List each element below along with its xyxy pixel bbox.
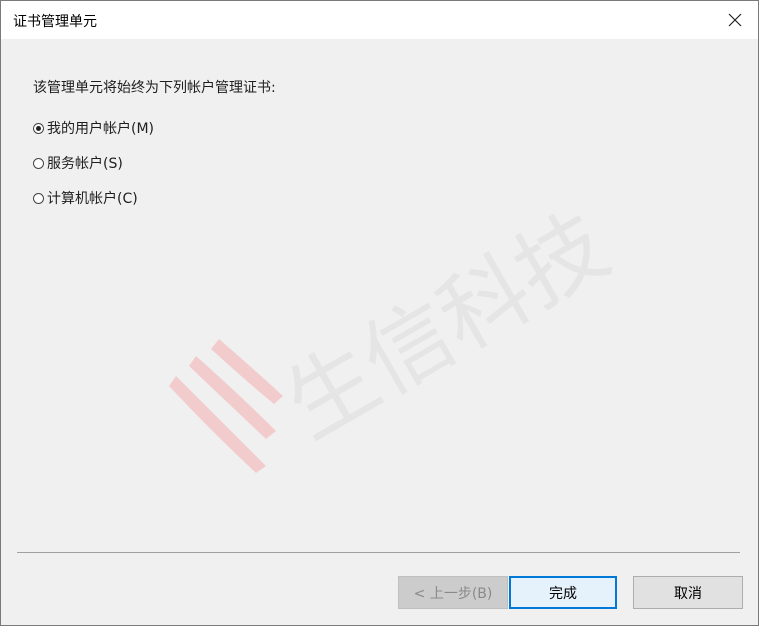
radio-label: 服务帐户(S) xyxy=(47,156,123,172)
window-title: 证书管理单元 xyxy=(13,14,97,30)
radio-button[interactable] xyxy=(33,157,44,169)
radio-my-user-account[interactable]: 我的用户帐户(M) xyxy=(33,118,154,138)
radio-computer-account[interactable]: 计算机帐户(C) xyxy=(33,188,138,208)
back-button[interactable]: < 上一步(B) xyxy=(398,576,508,609)
watermark-logo: 生信科技 xyxy=(169,193,621,473)
radio-label: 我的用户帐户(M) xyxy=(47,121,155,137)
cancel-button[interactable]: 取消 xyxy=(633,576,743,609)
watermark-text: 生信科技 xyxy=(269,193,621,458)
radio-label: 计算机帐户(C) xyxy=(47,191,138,207)
footer-separator xyxy=(17,552,740,553)
radio-service-account[interactable]: 服务帐户(S) xyxy=(33,153,123,173)
close-icon xyxy=(728,13,742,27)
close-button[interactable] xyxy=(712,1,758,39)
account-prompt: 该管理单元将始终为下列帐户管理证书: xyxy=(33,80,276,96)
certificate-snapin-dialog: 证书管理单元 该管理单元将始终为下列帐户管理证书: 我的用户帐户(M) 服务帐户… xyxy=(0,0,759,626)
radio-button[interactable] xyxy=(33,192,44,204)
finish-button[interactable]: 完成 xyxy=(509,576,617,609)
title-bar: 证书管理单元 xyxy=(1,1,758,39)
radio-button[interactable] xyxy=(33,122,44,134)
